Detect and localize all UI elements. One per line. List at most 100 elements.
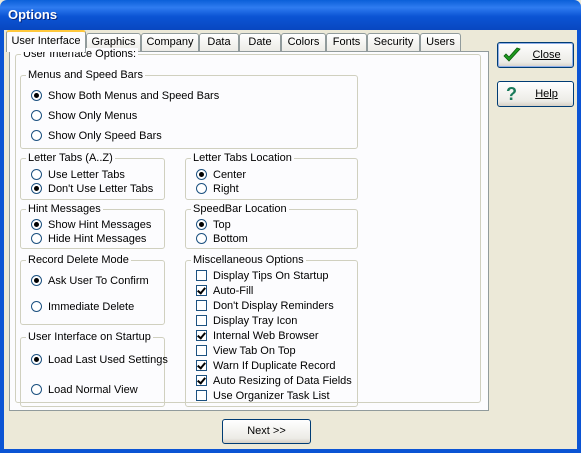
radio-use-letter-tabs[interactable]: Use Letter Tabs xyxy=(31,168,125,182)
tab-user-interface[interactable]: User Interface xyxy=(6,30,86,52)
checkbox-indicator[interactable] xyxy=(196,285,207,296)
speedbar-location-group: SpeedBar Location Top Bottom xyxy=(185,203,358,249)
user-interface-panel: User Interface Options: Menus and Speed … xyxy=(9,48,489,411)
checkbox-label: Display Tips On Startup xyxy=(213,270,329,282)
letter-tabs-title: Letter Tabs (A..Z) xyxy=(26,152,115,164)
question-mark-icon: ? xyxy=(506,84,517,104)
radio-indicator[interactable] xyxy=(31,183,42,194)
checkbox-label: Don't Display Reminders xyxy=(213,300,334,312)
radio-show-both[interactable]: Show Both Menus and Speed Bars xyxy=(31,89,219,103)
menus-speed-bars-title: Menus and Speed Bars xyxy=(26,69,145,81)
misc-options-group: Miscellaneous Options Display Tips On St… xyxy=(185,254,358,407)
checkbox-label: Display Tray Icon xyxy=(213,315,298,327)
tab-security[interactable]: Security xyxy=(367,33,420,51)
checkbox-indicator[interactable] xyxy=(196,270,207,281)
radio-hide-hint-messages[interactable]: Hide Hint Messages xyxy=(31,232,146,246)
close-label: Close xyxy=(532,49,561,61)
radio-label: Show Only Speed Bars xyxy=(48,130,162,142)
radio-indicator[interactable] xyxy=(31,130,42,141)
radio-label: Right xyxy=(213,183,239,195)
radio-indicator[interactable] xyxy=(196,183,207,194)
green-checkmark-icon xyxy=(503,47,521,62)
radio-label: Center xyxy=(213,169,247,181)
radio-right[interactable]: Right xyxy=(196,182,239,196)
checkbox-warn-duplicate-record[interactable]: Warn If Duplicate Record xyxy=(196,359,335,373)
checkbox-indicator[interactable] xyxy=(196,300,207,311)
tab-fonts[interactable]: Fonts xyxy=(326,33,367,51)
radio-indicator[interactable] xyxy=(196,219,207,230)
checkbox-indicator[interactable] xyxy=(196,390,207,401)
radio-indicator[interactable] xyxy=(31,169,42,180)
radio-ask-user-to-confirm[interactable]: Ask User To Confirm xyxy=(31,274,149,288)
checkbox-label: Auto Resizing of Data Fields xyxy=(213,375,352,387)
checkbox-indicator[interactable] xyxy=(196,330,207,341)
title-bar[interactable]: Options xyxy=(0,0,581,30)
hint-messages-group: Hint Messages Show Hint Messages Hide Hi… xyxy=(20,203,165,249)
radio-show-hint-messages[interactable]: Show Hint Messages xyxy=(31,218,151,232)
radio-indicator[interactable] xyxy=(31,354,42,365)
radio-immediate-delete[interactable]: Immediate Delete xyxy=(31,300,134,314)
radio-top[interactable]: Top xyxy=(196,218,231,232)
tab-data[interactable]: Data xyxy=(199,33,239,51)
checkbox-auto-resizing-data-fields[interactable]: Auto Resizing of Data Fields xyxy=(196,374,352,388)
window-frame-left xyxy=(0,30,4,453)
radio-label: Ask User To Confirm xyxy=(48,275,149,287)
radio-center[interactable]: Center xyxy=(196,168,246,182)
checkbox-display-tips[interactable]: Display Tips On Startup xyxy=(196,269,329,283)
checkbox-display-tray-icon[interactable]: Display Tray Icon xyxy=(196,314,297,328)
radio-label: Bottom xyxy=(213,233,248,245)
radio-dont-use-letter-tabs[interactable]: Don't Use Letter Tabs xyxy=(31,182,153,196)
radio-bottom[interactable]: Bottom xyxy=(196,232,248,246)
tab-company[interactable]: Company xyxy=(141,33,199,51)
next-button[interactable]: Next >> xyxy=(222,419,311,444)
letter-tabs-location-title: Letter Tabs Location xyxy=(191,152,294,164)
radio-indicator[interactable] xyxy=(31,110,42,121)
checkbox-auto-fill[interactable]: Auto-Fill xyxy=(196,284,253,298)
checkbox-internal-web-browser[interactable]: Internal Web Browser xyxy=(196,329,319,343)
radio-indicator[interactable] xyxy=(196,169,207,180)
radio-label: Top xyxy=(213,219,231,231)
help-label: Help xyxy=(535,88,558,100)
radio-load-last-used-settings[interactable]: Load Last Used Settings xyxy=(31,353,168,367)
radio-show-only-speed-bars[interactable]: Show Only Speed Bars xyxy=(31,129,162,143)
radio-indicator[interactable] xyxy=(196,233,207,244)
record-delete-mode-title: Record Delete Mode xyxy=(26,254,131,266)
checkbox-label: View Tab On Top xyxy=(213,345,296,357)
next-label: Next >> xyxy=(247,425,286,437)
radio-label: Immediate Delete xyxy=(48,301,135,313)
tab-users[interactable]: Users xyxy=(420,33,461,51)
tab-colors[interactable]: Colors xyxy=(281,33,326,51)
close-button[interactable]: Close xyxy=(497,42,574,68)
window-title: Options xyxy=(8,7,58,22)
speedbar-location-title: SpeedBar Location xyxy=(191,203,289,215)
checkbox-label: Internal Web Browser xyxy=(213,330,319,342)
checkbox-indicator[interactable] xyxy=(196,315,207,326)
radio-label: Use Letter Tabs xyxy=(48,169,125,181)
radio-load-normal-view[interactable]: Load Normal View xyxy=(31,383,138,397)
radio-show-only-menus[interactable]: Show Only Menus xyxy=(31,109,137,123)
radio-label: Show Only Menus xyxy=(48,110,138,122)
checkbox-dont-display-reminders[interactable]: Don't Display Reminders xyxy=(196,299,334,313)
checkbox-label: Auto-Fill xyxy=(213,285,254,297)
help-button[interactable]: ? Help xyxy=(497,81,574,107)
checkbox-view-tab-on-top[interactable]: View Tab On Top xyxy=(196,344,296,358)
radio-indicator[interactable] xyxy=(31,275,42,286)
radio-label: Show Both Menus and Speed Bars xyxy=(48,90,220,102)
radio-label: Load Last Used Settings xyxy=(48,354,168,366)
radio-label: Don't Use Letter Tabs xyxy=(48,183,154,195)
tab-date[interactable]: Date xyxy=(239,33,281,51)
radio-indicator[interactable] xyxy=(31,301,42,312)
radio-indicator[interactable] xyxy=(31,219,42,230)
menus-speed-bars-group: Menus and Speed Bars Show Both Menus and… xyxy=(20,69,358,149)
checkbox-use-organizer-task-list[interactable]: Use Organizer Task List xyxy=(196,389,330,403)
radio-indicator[interactable] xyxy=(31,384,42,395)
letter-tabs-group: Letter Tabs (A..Z) Use Letter Tabs Don't… xyxy=(20,152,165,200)
window-frame-right xyxy=(577,30,581,453)
checkbox-indicator[interactable] xyxy=(196,345,207,356)
radio-indicator[interactable] xyxy=(31,233,42,244)
checkbox-label: Use Organizer Task List xyxy=(213,390,330,402)
checkbox-indicator[interactable] xyxy=(196,360,207,371)
ui-on-startup-group: User Interface on Startup Load Last Used… xyxy=(20,331,168,407)
radio-indicator[interactable] xyxy=(31,90,42,101)
checkbox-indicator[interactable] xyxy=(196,375,207,386)
